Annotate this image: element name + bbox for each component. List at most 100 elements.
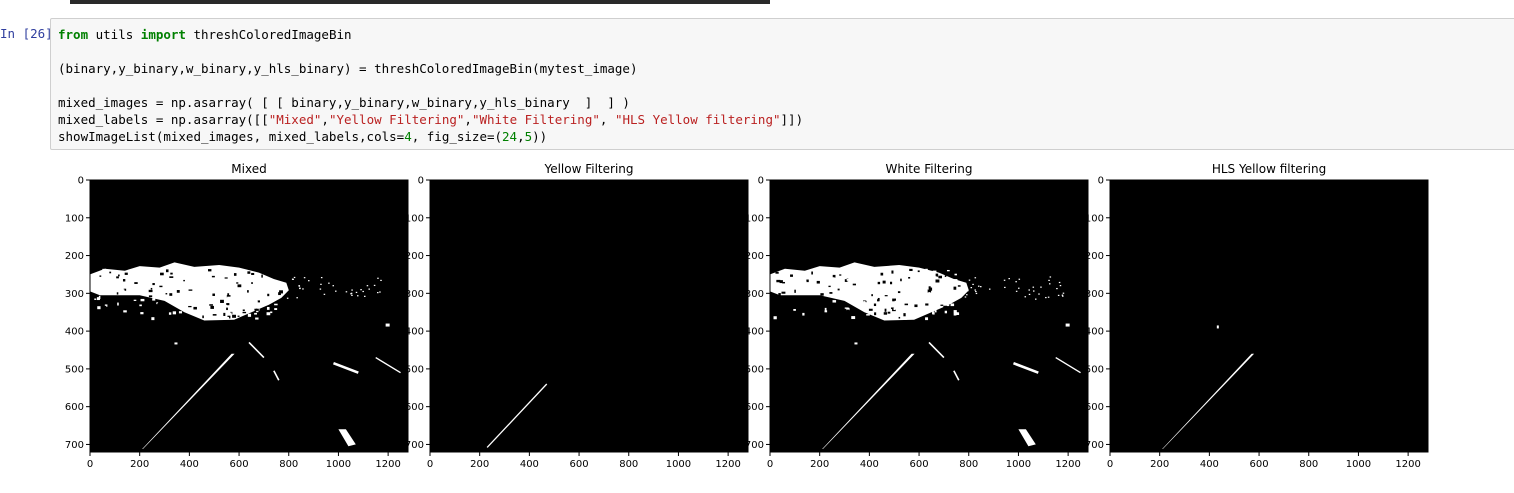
speckle xyxy=(794,289,796,293)
x-tick-label: 200 xyxy=(1150,459,1169,470)
speckle xyxy=(169,276,174,278)
speckle xyxy=(364,295,366,297)
speckle xyxy=(302,288,304,290)
image-panel: White Filtering 0 200 400 600 800 1000 1200 0 100… xyxy=(745,162,1089,470)
speckle xyxy=(884,308,887,312)
speckle xyxy=(1045,296,1047,299)
speckle xyxy=(778,298,781,302)
y-tick-label: 600 xyxy=(65,402,84,413)
x-tick-label: 600 xyxy=(570,459,589,470)
speckle xyxy=(904,303,909,306)
speckle xyxy=(226,307,228,311)
speckle xyxy=(856,305,859,307)
x-tick-label: 1000 xyxy=(1006,459,1031,470)
speckle xyxy=(373,284,376,287)
x-tick-label: 0 xyxy=(87,459,93,470)
code-editor[interactable]: from utils import threshColoredImageBin (… xyxy=(58,26,803,145)
speckle xyxy=(826,317,829,320)
x-tick-label: 800 xyxy=(279,459,298,470)
speckle xyxy=(898,316,901,319)
speckle xyxy=(801,309,805,311)
image-panel: HLS Yellow filtering0 200 400 600 800 1000 120… xyxy=(1085,162,1429,470)
speckle xyxy=(1048,279,1050,281)
y-tick-label: 200 xyxy=(405,251,424,262)
speckle xyxy=(123,310,127,313)
y-tick-label: 400 xyxy=(745,327,764,338)
speckle xyxy=(1049,283,1051,285)
speckle xyxy=(958,308,963,311)
speckle xyxy=(202,315,204,319)
speckle xyxy=(291,278,294,280)
speckle xyxy=(157,303,161,307)
speckle xyxy=(779,289,782,292)
y-tick-label: 600 xyxy=(1085,402,1104,413)
speckle xyxy=(928,287,933,291)
speckle xyxy=(894,300,898,304)
speckle xyxy=(837,288,840,291)
speckle xyxy=(298,285,301,287)
speckle xyxy=(319,288,322,290)
speckle xyxy=(177,295,179,298)
speckle xyxy=(975,290,977,293)
speckle xyxy=(796,272,800,275)
speckle xyxy=(140,298,145,302)
speckle xyxy=(127,309,132,313)
code-token: "Mixed" xyxy=(268,112,322,127)
speckle xyxy=(964,296,967,298)
speckle xyxy=(116,292,119,295)
y-tick-label: 700 xyxy=(1085,440,1104,451)
speckle xyxy=(974,289,976,291)
speckle xyxy=(303,277,306,279)
speckle xyxy=(197,306,201,309)
speckle xyxy=(925,317,929,321)
speckle xyxy=(955,316,959,320)
speckle xyxy=(257,282,261,285)
speckle xyxy=(285,289,287,291)
speckle xyxy=(152,283,155,286)
speckle xyxy=(351,289,353,291)
speckle xyxy=(917,270,920,273)
code-token: utils xyxy=(88,27,141,42)
speckle xyxy=(274,308,278,311)
speckle xyxy=(270,311,273,314)
speckle xyxy=(940,304,944,306)
speckle xyxy=(832,291,836,295)
speckle xyxy=(911,311,915,315)
speckle xyxy=(160,272,164,276)
speckle xyxy=(231,285,234,287)
code-line: mixed_images = np.asarray( [ [ binary,y_… xyxy=(58,94,803,111)
speckle xyxy=(237,284,242,288)
code-token: , fig_size=( xyxy=(411,129,503,144)
speckle xyxy=(1057,294,1060,297)
speckle xyxy=(1062,295,1064,297)
code-token: "White Filtering" xyxy=(471,112,600,127)
speckle xyxy=(299,287,301,289)
speckle xyxy=(823,270,827,273)
speckle xyxy=(852,283,857,286)
speckle xyxy=(94,298,97,300)
speckle xyxy=(109,271,112,274)
speckle xyxy=(842,287,847,289)
speckle xyxy=(820,293,824,296)
speckle xyxy=(136,301,139,304)
speckle xyxy=(232,314,236,318)
speckle xyxy=(938,275,943,279)
speckle xyxy=(328,282,330,284)
speckle xyxy=(242,311,247,314)
speckle xyxy=(247,313,252,317)
speckle xyxy=(278,292,281,296)
speckle xyxy=(345,291,348,293)
x-tick-label: 1200 xyxy=(715,459,740,470)
speckle xyxy=(854,313,858,316)
code-token: , xyxy=(599,112,615,127)
code-cell[interactable]: from utils import threshColoredImageBin (… xyxy=(50,18,1514,150)
speckle xyxy=(98,291,100,294)
speckle xyxy=(183,290,187,294)
speckle xyxy=(251,282,253,284)
speckle xyxy=(140,312,144,315)
speckle xyxy=(904,310,906,312)
speckle xyxy=(988,288,991,290)
speckle xyxy=(118,274,120,277)
code-token: , xyxy=(517,129,525,144)
speckle xyxy=(320,277,323,279)
